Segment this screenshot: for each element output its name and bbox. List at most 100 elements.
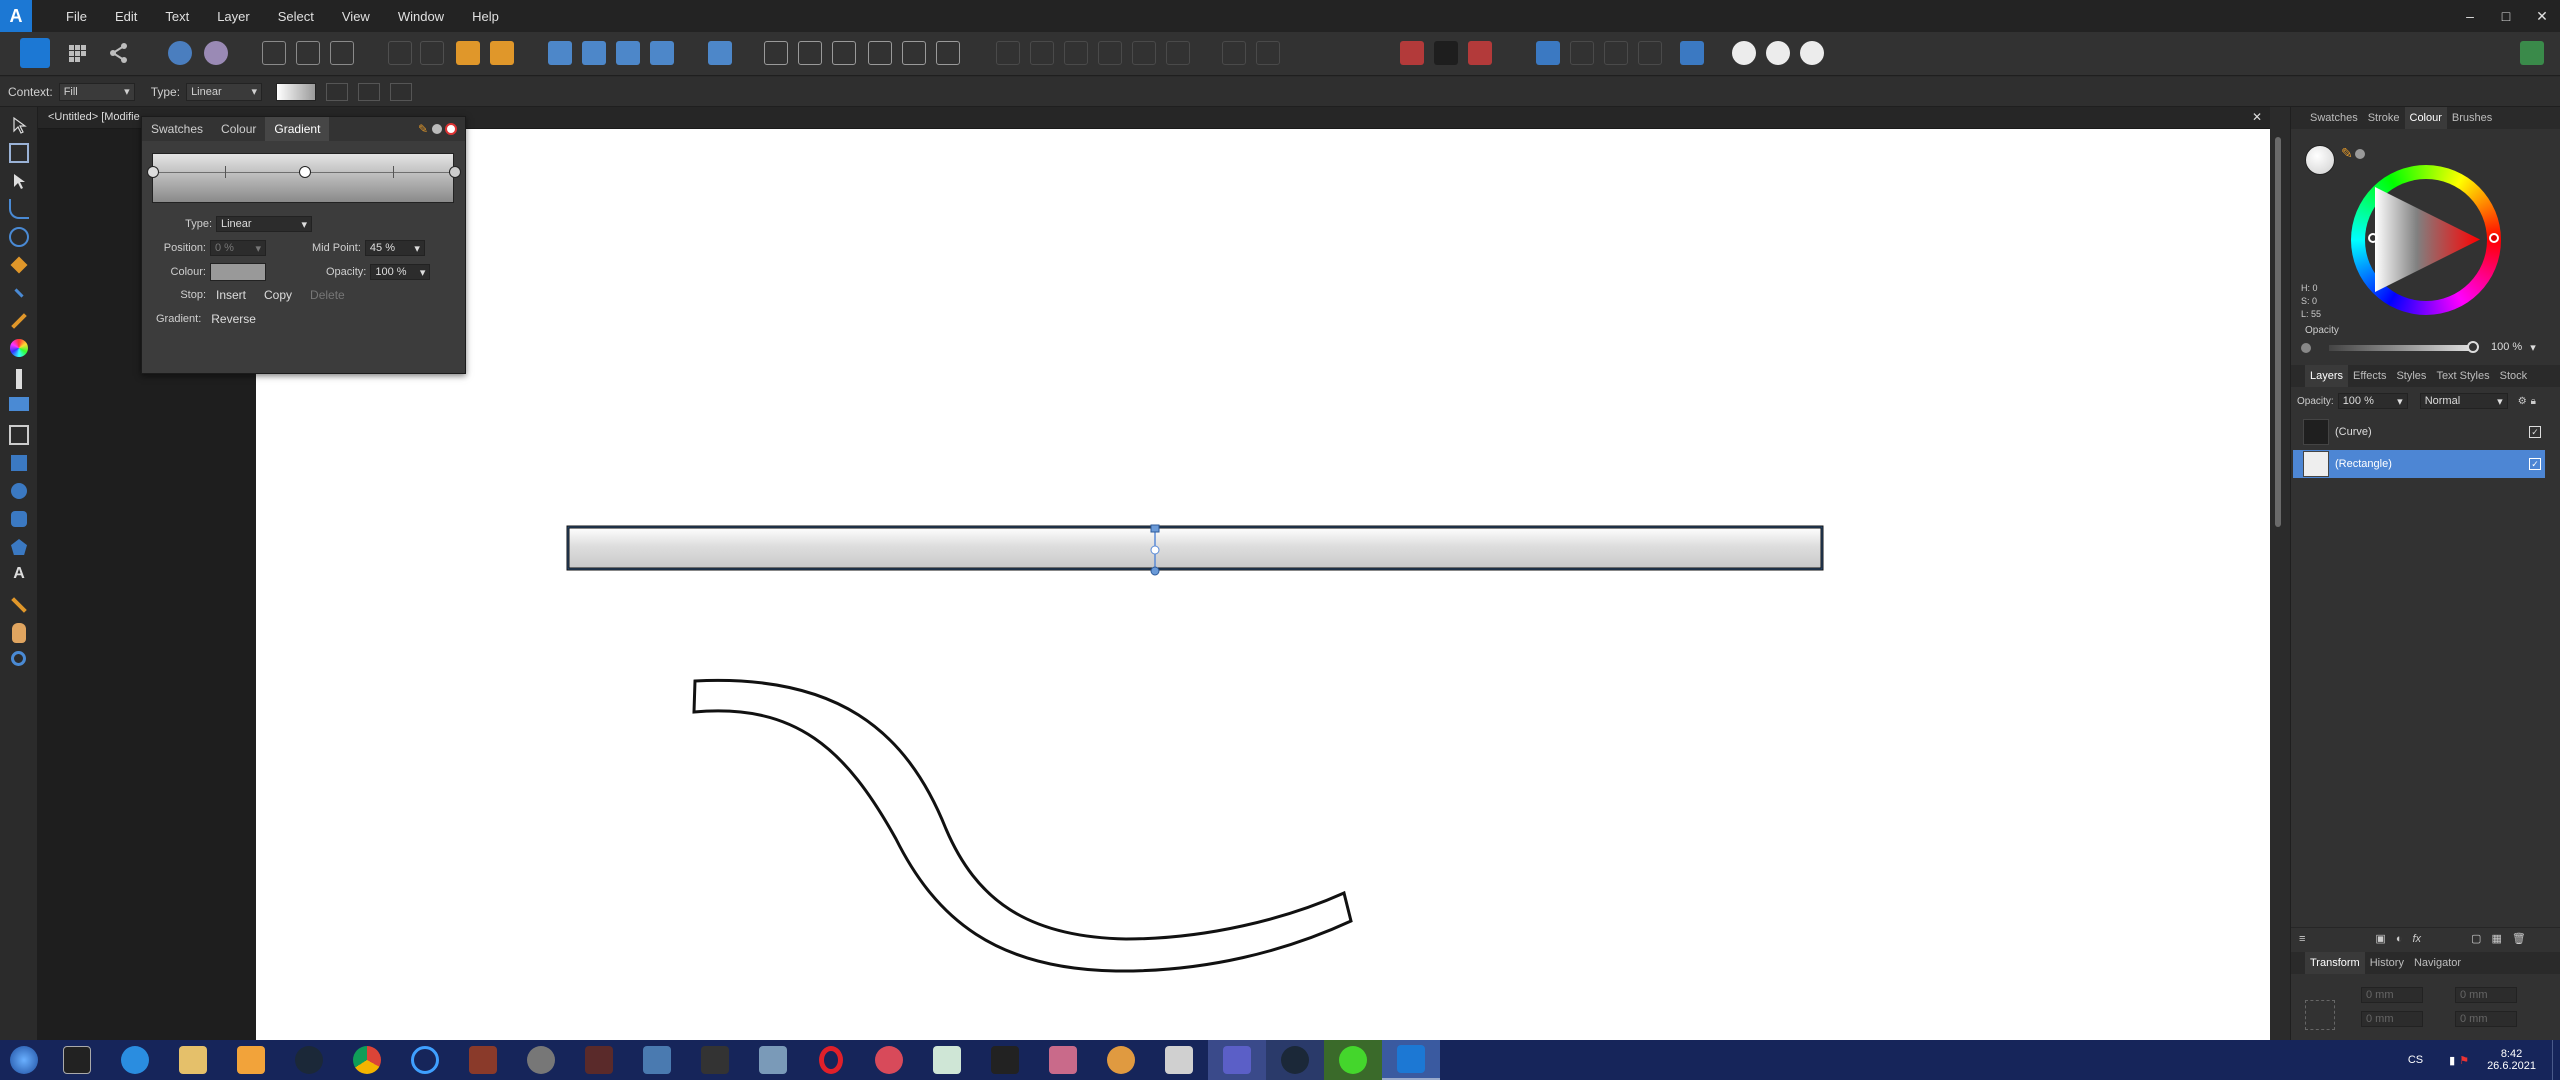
- boolean-add-icon[interactable]: [996, 41, 1020, 65]
- rotate-gradient-icon[interactable]: [358, 82, 381, 101]
- taskbar-epic-games[interactable]: [48, 1040, 106, 1080]
- taskbar-steam[interactable]: [280, 1040, 338, 1080]
- tab-swatches[interactable]: Swatches: [142, 117, 212, 141]
- colour-selector-handle[interactable]: [2368, 233, 2378, 243]
- clock[interactable]: 8:42 26.6.2021: [2487, 1048, 2536, 1072]
- taskbar-file-explorer[interactable]: [164, 1040, 222, 1080]
- height-field[interactable]: 0 mm: [2455, 1011, 2517, 1027]
- move-back-icon[interactable]: [388, 41, 412, 65]
- layer-opacity-field[interactable]: 100 % ▾: [2337, 393, 2408, 409]
- gradient-stop-start[interactable]: [147, 166, 159, 178]
- opacity-field[interactable]: 100 % ▾: [370, 264, 431, 280]
- boolean-intersect-icon[interactable]: [1064, 41, 1088, 65]
- width-field[interactable]: 0 mm: [2455, 987, 2517, 1003]
- boolean-subtract-icon[interactable]: [1030, 41, 1054, 65]
- menu-layer[interactable]: Layer: [203, 9, 264, 24]
- opacity-slider[interactable]: [2329, 345, 2471, 351]
- gradient-preview[interactable]: [276, 82, 317, 101]
- arrange-back-icon[interactable]: [456, 41, 480, 65]
- add-layer-icon[interactable]: ▢: [2471, 932, 2481, 945]
- taskbar-chrome[interactable]: [338, 1040, 396, 1080]
- tab-styles[interactable]: Styles: [2391, 365, 2431, 387]
- text-tool-icon[interactable]: A: [9, 565, 29, 585]
- flip-vertical-icon[interactable]: [582, 41, 606, 65]
- show-grid-icon[interactable]: [1400, 41, 1424, 65]
- layers-stack-icon[interactable]: ≡: [2299, 933, 2305, 945]
- node-tool-icon[interactable]: [9, 171, 29, 191]
- pen-tool-icon[interactable]: [10, 256, 28, 274]
- scrollbar-thumb[interactable]: [2275, 137, 2281, 527]
- tab-stroke[interactable]: Stroke: [2363, 107, 2405, 129]
- menu-file[interactable]: File: [52, 9, 101, 24]
- document-tab-title[interactable]: <Untitled> [Modifie: [48, 111, 140, 123]
- insert-top-icon[interactable]: [1570, 41, 1594, 65]
- close-document-icon[interactable]: ✕: [2252, 110, 2262, 124]
- taskbar-steam-2[interactable]: [1266, 1040, 1324, 1080]
- tab-colour[interactable]: Colour: [2404, 107, 2447, 129]
- assistant-icon[interactable]: [168, 41, 192, 65]
- minimize-button[interactable]: –: [2452, 0, 2488, 32]
- rectangle-tool-icon[interactable]: [11, 455, 27, 471]
- user-account-icon[interactable]: [2520, 41, 2544, 65]
- colour-picker-icon[interactable]: ✎: [2341, 145, 2353, 162]
- fill-circle-icon[interactable]: [432, 124, 442, 134]
- show-desktop-button[interactable]: [2552, 1040, 2560, 1080]
- point-transform-tool-icon[interactable]: [9, 227, 29, 247]
- curve-shape[interactable]: [692, 678, 1353, 973]
- visibility-checkbox[interactable]: ✓: [2529, 426, 2541, 438]
- fx-icon[interactable]: fx: [2412, 933, 2421, 945]
- color-picker-tool-icon[interactable]: [11, 597, 27, 613]
- menu-help[interactable]: Help: [458, 9, 513, 24]
- flip-horizontal-icon[interactable]: [548, 41, 572, 65]
- adjustment-icon[interactable]: ◐: [2396, 933, 2403, 945]
- align-top-icon[interactable]: [868, 41, 892, 65]
- vertical-scrollbar[interactable]: [2270, 129, 2290, 1040]
- gradient-midpoint-handle[interactable]: [1150, 545, 1160, 555]
- snapping-magnet-icon[interactable]: [1468, 41, 1492, 65]
- context-select[interactable]: Fill ▾: [58, 82, 135, 101]
- anchor-selector[interactable]: [2305, 1000, 2335, 1030]
- network-icon[interactable]: ▮: [2449, 1054, 2455, 1067]
- taskbar-internet-explorer[interactable]: [106, 1040, 164, 1080]
- taskbar-opera[interactable]: [802, 1040, 860, 1080]
- crop-tool-icon[interactable]: [9, 425, 29, 445]
- flag-icon[interactable]: ⚑: [2459, 1054, 2469, 1067]
- gradient-stop-end[interactable]: [449, 166, 461, 178]
- select-box-icon[interactable]: [296, 41, 320, 65]
- delete-layer-icon[interactable]: 🗑︎: [2512, 932, 2526, 945]
- align-right-icon[interactable]: [832, 41, 856, 65]
- menu-edit[interactable]: Edit: [101, 9, 151, 24]
- gradient-editor-bar[interactable]: [147, 153, 461, 203]
- hand-tool-icon[interactable]: [12, 623, 26, 643]
- designer-persona-icon[interactable]: [20, 38, 50, 68]
- pencil-tool-icon[interactable]: [14, 288, 24, 298]
- layer-settings-icon[interactable]: ⚙: [2518, 396, 2527, 407]
- boolean-union-icon[interactable]: [1732, 41, 1756, 65]
- taskbar-game-4[interactable]: [628, 1040, 686, 1080]
- place-image-tool-icon[interactable]: [9, 397, 29, 411]
- tab-navigator[interactable]: Navigator: [2409, 952, 2466, 974]
- fill-colour-well[interactable]: [2305, 145, 2335, 175]
- menu-view[interactable]: View: [328, 9, 384, 24]
- arrange-front-icon[interactable]: [490, 41, 514, 65]
- export-persona-icon[interactable]: [104, 38, 134, 68]
- y-field[interactable]: 0 mm: [2361, 1011, 2423, 1027]
- stop-colour-swatch[interactable]: [210, 263, 266, 281]
- fill-tool-icon[interactable]: [10, 339, 28, 357]
- menu-text[interactable]: Text: [151, 9, 203, 24]
- swap-stops-icon[interactable]: [326, 82, 349, 101]
- colour-wheel[interactable]: [2351, 165, 2501, 315]
- isolate-icon[interactable]: [262, 41, 286, 65]
- gradient-type-select[interactable]: Linear ▾: [216, 216, 312, 232]
- reverse-gradient-button[interactable]: Reverse: [205, 312, 262, 326]
- taskbar-game-2[interactable]: [512, 1040, 570, 1080]
- align-center-icon[interactable]: [798, 41, 822, 65]
- taskbar-game-5[interactable]: [686, 1040, 744, 1080]
- taskbar-teams[interactable]: [1208, 1040, 1266, 1080]
- insert-target-icon[interactable]: [1680, 41, 1704, 65]
- lock-icon[interactable]: 🔒︎: [2531, 396, 2536, 407]
- layer-row-curve[interactable]: (Curve) ✓: [2293, 418, 2545, 446]
- gradient-options-icon[interactable]: [390, 82, 413, 101]
- stroke-colour-well[interactable]: [2355, 149, 2365, 159]
- boolean-divide-icon[interactable]: [1132, 41, 1156, 65]
